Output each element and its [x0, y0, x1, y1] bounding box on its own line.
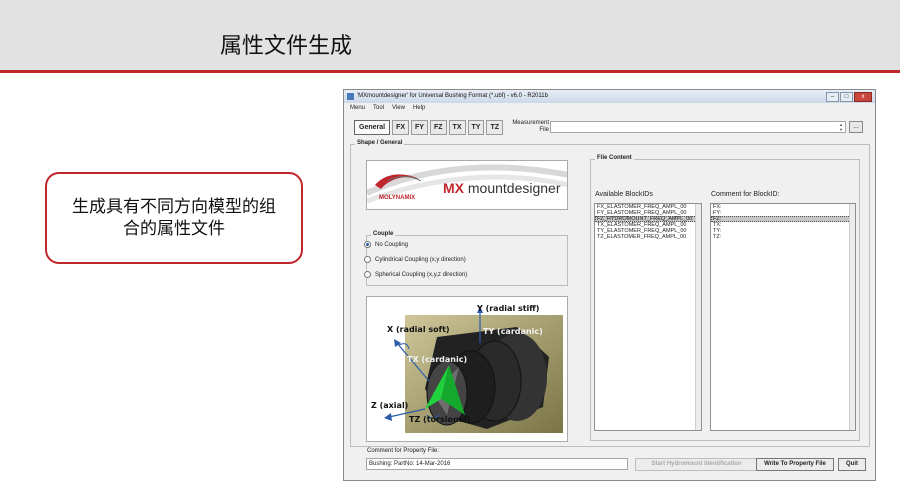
tab-bar: General FX FY FZ TX TY TZ: [354, 120, 504, 135]
tab-fz[interactable]: FZ: [429, 120, 447, 135]
radio-cylindrical-coupling[interactable]: Cylindrical Coupling (x,y direction): [364, 256, 466, 263]
couple-legend: Couple: [371, 231, 396, 237]
file-content-legend: File Content: [595, 155, 634, 161]
comment-blockid-label: Comment for BlockID:: [711, 191, 780, 198]
measurement-file-input[interactable]: [550, 121, 846, 133]
axis-y-label: Y (radial stiff): [477, 304, 540, 313]
tab-ty[interactable]: TY: [467, 120, 485, 135]
minimize-button[interactable]: –: [826, 92, 839, 102]
property-comment-label: Comment for Property File:: [367, 448, 440, 454]
list-item[interactable]: TZ:: [711, 234, 855, 240]
blockid-comments-list[interactable]: FX: FY: FZ: TX: TY: TZ:: [710, 203, 856, 431]
bushing-diagram: Y (radial stiff) X (radial soft) TY (car…: [366, 296, 568, 442]
tab-fx[interactable]: FX: [392, 120, 410, 135]
menu-menu[interactable]: Menu: [350, 105, 365, 111]
menu-view[interactable]: View: [392, 105, 405, 111]
radio-spherical-coupling[interactable]: Spherical Coupling (x,y,z direction): [364, 271, 467, 278]
app-window: 'MXmountdesigner' for Universal Bushing …: [343, 89, 876, 481]
browse-button[interactable]: ...: [849, 121, 863, 133]
callout-text: 生成具有不同方向模型的组合的属性文件: [72, 197, 276, 239]
axis-tz-label: TZ (torsional): [409, 415, 471, 424]
maximize-button[interactable]: □: [840, 92, 853, 102]
shape-general-legend: Shape / General: [355, 140, 405, 146]
measurement-spinner-icon[interactable]: ▲ ▼: [837, 122, 845, 132]
comments-scrollbar[interactable]: [849, 204, 855, 430]
tab-fy[interactable]: FY: [411, 120, 428, 135]
menu-bar: Menu Tool View Help: [344, 103, 875, 113]
axis-x-label: X (radial soft): [387, 325, 450, 334]
property-comment-input[interactable]: Bushing: PartNo: 14-Mar-2016: [366, 458, 628, 470]
header-divider: [0, 70, 900, 73]
menu-help[interactable]: Help: [413, 105, 425, 111]
window-titlebar[interactable]: 'MXmountdesigner' for Universal Bushing …: [344, 90, 875, 103]
blockids-scrollbar[interactable]: [695, 204, 701, 430]
radio-unselected-icon[interactable]: [364, 271, 371, 278]
callout-box: 生成具有不同方向模型的组合的属性文件: [45, 172, 303, 264]
window-title: 'MXmountdesigner' for Universal Bushing …: [357, 93, 548, 99]
radio-no-coupling[interactable]: No Coupling: [364, 241, 408, 248]
write-property-file-button[interactable]: Write To Property File: [756, 458, 834, 471]
list-item[interactable]: TZ_ELASTOMER_FREQ_AMPL_00: [595, 234, 701, 240]
radio-no-coupling-label: No Coupling: [375, 241, 409, 248]
app-icon: [347, 93, 354, 100]
radio-spherical-label: Spherical Coupling (x,y,z direction): [375, 271, 468, 278]
logo-panel: MX mountdesigner MOLYNAMIX: [366, 160, 568, 210]
close-button[interactable]: x: [854, 92, 872, 102]
logo-brand-text: MX mountdesigner: [443, 180, 561, 196]
measurement-file-label: Measurement File: [512, 120, 549, 133]
axis-tx-label: TX (cardanic): [407, 355, 468, 364]
axis-ty-label: TY (cardanic): [483, 327, 543, 336]
radio-selected-icon[interactable]: [364, 241, 371, 248]
menu-tool[interactable]: Tool: [373, 105, 384, 111]
available-blockids-list[interactable]: FX_ELASTOMER_FREQ_AMPL_00 FY_ELASTOMER_F…: [594, 203, 702, 431]
available-blockids-label: Available BlockIDs: [595, 191, 653, 198]
axis-z-label: Z (axial): [371, 401, 409, 410]
radio-unselected-icon[interactable]: [364, 256, 371, 263]
tab-tz[interactable]: TZ: [486, 120, 504, 135]
start-hydromount-button[interactable]: Start Hydromount Identification: [635, 458, 758, 471]
slide-header: [0, 0, 900, 70]
tab-tx[interactable]: TX: [448, 120, 466, 135]
slide-title: 属性文件生成: [220, 34, 353, 59]
radio-cylindrical-label: Cylindrical Coupling (x,y direction): [375, 256, 466, 263]
quit-button[interactable]: Quit: [838, 458, 866, 471]
tab-general[interactable]: General: [354, 120, 391, 135]
logo-company-text: MOLYNAMIX: [379, 195, 416, 201]
